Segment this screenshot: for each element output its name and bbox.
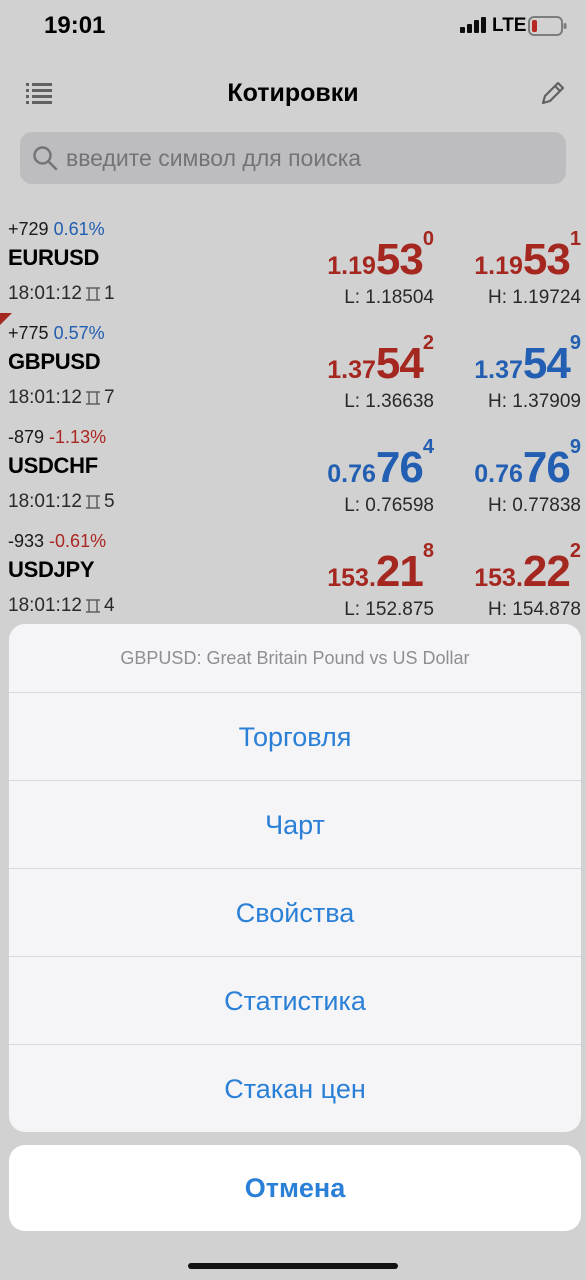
- action-properties-button[interactable]: Свойства: [9, 868, 581, 957]
- home-indicator: [188, 1263, 398, 1269]
- action-depth-of-market-button[interactable]: Стакан цен: [9, 1044, 581, 1132]
- action-trade-button[interactable]: Торговля: [9, 692, 581, 781]
- action-statistics-button[interactable]: Статистика: [9, 956, 581, 1045]
- action-sheet: GBPUSD: Great Britain Pound vs US Dollar…: [9, 624, 581, 1132]
- cancel-button[interactable]: Отмена: [9, 1145, 581, 1231]
- action-chart-button[interactable]: Чарт: [9, 780, 581, 869]
- action-sheet-title: GBPUSD: Great Britain Pound vs US Dollar: [120, 648, 470, 668]
